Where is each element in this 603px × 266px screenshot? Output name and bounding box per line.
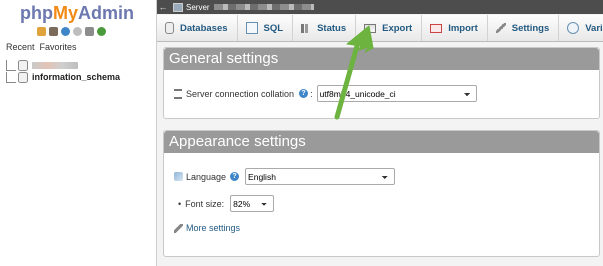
tab-label: Status (317, 22, 347, 34)
more-settings-row: More settings (174, 223, 240, 233)
sql-icon (245, 22, 258, 34)
tab-label: Settings (511, 22, 550, 34)
settings-icon (495, 23, 506, 33)
appearance-settings-panel: Appearance settings Language ? English •… (163, 130, 600, 257)
gear-icon[interactable] (85, 27, 94, 36)
colon: : (310, 88, 313, 99)
font-size-row: • Font size: 82% (178, 195, 275, 212)
database-name: information_schema (32, 72, 121, 82)
logo-admin: Admin (78, 3, 135, 23)
font-size-label: Font size: (185, 198, 225, 209)
collation-label: Server connection collation (186, 88, 295, 99)
tab-label: Databases (180, 22, 228, 34)
status-icon (301, 23, 312, 33)
databases-icon (165, 22, 174, 34)
logout-icon[interactable] (49, 27, 58, 36)
database-tree: information_schema (6, 59, 120, 83)
collation-icon (174, 88, 182, 99)
server-breadcrumb-bar: ← Server (157, 0, 603, 14)
language-select[interactable]: English (245, 168, 396, 185)
nav-icon-bar (37, 27, 106, 38)
tree-item[interactable]: information_schema (6, 71, 120, 83)
navigation-panel: phpMyAdmin Recent Favorites information_s… (0, 0, 157, 266)
redacted-server-name (213, 4, 314, 10)
help-icon[interactable]: ? (230, 172, 240, 181)
logo-php: php (20, 3, 53, 23)
collation-select[interactable]: utf8mb4_unicode_ci (316, 85, 477, 102)
variables-icon (567, 22, 580, 34)
wrench-icon (174, 223, 183, 233)
tree-connector (6, 59, 16, 71)
docs-icon[interactable] (73, 27, 82, 36)
language-row: Language ? English (174, 168, 396, 185)
logo-my: My (53, 3, 79, 23)
tab-label: SQL (263, 22, 284, 34)
export-icon (364, 23, 377, 33)
general-settings-panel: General settings Server connection colla… (163, 47, 600, 119)
server-label: Server (186, 2, 210, 12)
appearance-settings-heading: Appearance settings (164, 131, 599, 153)
server-icon (173, 2, 183, 12)
database-icon (18, 71, 28, 83)
tab-databases[interactable]: Databases (157, 15, 238, 41)
home-icon[interactable] (37, 27, 46, 36)
bullet: • (178, 198, 182, 209)
help-icon[interactable]: ? (299, 89, 309, 98)
more-settings-link[interactable]: More settings (186, 223, 240, 233)
reload-icon[interactable] (97, 27, 106, 36)
main-panel: ← Server Databases SQL Status Export Imp… (157, 0, 603, 266)
database-icon (18, 59, 28, 71)
tab-export[interactable]: Export (356, 15, 423, 41)
recent-favorites: Recent Favorites (6, 42, 82, 52)
language-icon (174, 172, 183, 181)
general-settings-heading: General settings (164, 48, 599, 70)
tab-status[interactable]: Status (293, 15, 357, 41)
language-label: Language (186, 171, 227, 182)
font-size-select[interactable]: 82% (230, 195, 275, 212)
tab-settings[interactable]: Settings (488, 15, 560, 41)
tree-item[interactable] (6, 59, 120, 71)
help-icon[interactable] (61, 27, 70, 36)
tree-connector (6, 71, 16, 83)
tab-variables[interactable]: Variables (559, 15, 603, 41)
import-icon (430, 23, 443, 33)
tab-label: Variables (585, 22, 603, 34)
collation-row: Server connection collation ? : utf8mb4_… (174, 85, 477, 102)
recent-tab[interactable]: Recent (6, 42, 35, 52)
tab-import[interactable]: Import (422, 15, 488, 41)
tab-bar: Databases SQL Status Export Import Setti… (157, 15, 603, 42)
favorites-tab[interactable]: Favorites (40, 42, 77, 52)
phpmyadmin-logo[interactable]: phpMyAdmin (20, 3, 134, 24)
breadcrumb[interactable]: Server (173, 2, 210, 12)
back-arrow-icon[interactable]: ← (157, 2, 169, 12)
tab-label: Export (382, 22, 413, 34)
redacted-database-name (32, 61, 78, 69)
tab-label: Import (448, 22, 478, 34)
tab-sql[interactable]: SQL (238, 15, 294, 41)
